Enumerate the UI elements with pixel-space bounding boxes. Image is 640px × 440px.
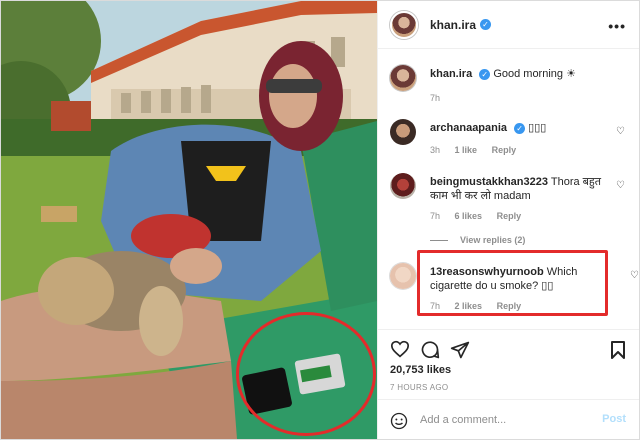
comment-like-heart-icon[interactable]: ♡ — [616, 181, 626, 191]
view-replies-button[interactable]: View replies (2) — [430, 235, 525, 245]
commenter-avatar[interactable] — [390, 263, 416, 289]
reply-button[interactable]: Reply — [492, 145, 517, 155]
comment-like-heart-icon[interactable]: ♡ — [616, 127, 626, 137]
comment-like-heart-icon[interactable]: ♡ — [630, 271, 639, 281]
caption-avatar[interactable] — [390, 65, 416, 91]
verified-badge-icon: ✓ — [514, 122, 526, 134]
verified-badge-icon: ✓ — [479, 68, 491, 80]
caption-body: Good morning — [493, 68, 564, 80]
caption-text: khan.ira ✓ Good morning ☀ — [430, 67, 608, 81]
comment-username[interactable]: beingmustakkhan3223 — [430, 176, 548, 188]
author-avatar[interactable] — [390, 10, 418, 39]
reply-button[interactable]: Reply — [497, 211, 522, 221]
comment-body: ▯▯▯ — [528, 122, 547, 134]
caption-meta: 7h — [430, 93, 452, 103]
post-comment-button[interactable]: Post — [602, 413, 626, 425]
caption-time[interactable]: 7h — [430, 93, 440, 103]
more-options-icon[interactable]: ••• — [608, 18, 626, 34]
author-username[interactable]: khan.ira — [430, 18, 476, 32]
comment-time[interactable]: 7h — [430, 211, 440, 221]
comment-meta: 3h 1 like Reply — [430, 145, 528, 155]
photo-highlight-circle — [236, 312, 376, 436]
comment-time[interactable]: 3h — [430, 145, 440, 155]
add-comment-input[interactable] — [420, 412, 590, 428]
comment-bubble-icon[interactable] — [420, 340, 440, 360]
comment-text: beingmustakkhan3223 Thora बहुत काम भी कर… — [430, 175, 608, 203]
sun-emoji-icon: ☀ — [566, 68, 576, 80]
post-actions: 20,753 likes 7 HOURS AGO — [378, 329, 639, 399]
like-heart-icon[interactable] — [390, 340, 410, 358]
view-replies-line — [430, 240, 448, 242]
comment-username[interactable]: archanaapania — [430, 122, 507, 134]
comment-item: archanaapania ✓ ▯▯▯ 3h 1 like Reply ♡ — [390, 119, 630, 159]
emoji-smiley-icon[interactable] — [390, 412, 408, 430]
comment-meta: 7h 6 likes Reply — [430, 211, 533, 221]
comment-text: archanaapania ✓ ▯▯▯ — [430, 121, 608, 135]
likes-count[interactable]: 20,753 likes — [390, 364, 451, 376]
commenter-avatar[interactable] — [390, 119, 416, 145]
add-comment-bar: Post — [378, 399, 639, 439]
verified-badge-icon: ✓ — [480, 19, 492, 30]
caption-username[interactable]: khan.ira — [430, 68, 472, 80]
post-header: khan.ira ✓ ••• — [378, 1, 639, 49]
comment-likes[interactable]: 1 like — [455, 145, 478, 155]
commenter-avatar[interactable] — [390, 173, 416, 199]
comment-item: beingmustakkhan3223 Thora बहुत काम भी कर… — [390, 173, 630, 229]
comment-likes[interactable]: 6 likes — [455, 211, 483, 221]
post-side-panel: khan.ira ✓ ••• khan.ira ✓ Good morning ☀… — [377, 1, 639, 439]
save-bookmark-icon[interactable] — [610, 340, 626, 360]
post-timestamp[interactable]: 7 HOURS AGO — [390, 383, 448, 392]
comment-highlight-box — [417, 250, 608, 316]
caption: khan.ira ✓ Good morning ☀ 7h — [390, 65, 630, 107]
view-replies-label: View replies (2) — [460, 235, 526, 245]
share-send-icon[interactable] — [450, 340, 470, 360]
